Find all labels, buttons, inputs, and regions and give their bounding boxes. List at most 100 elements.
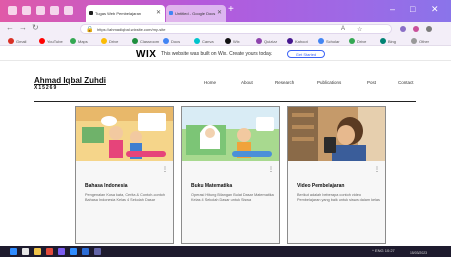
bookmark-favicon-icon	[256, 38, 262, 44]
tab-close-icon[interactable]: ✕	[156, 9, 161, 16]
course-card-bahasa-indonesia[interactable]: ⋮ Bahasa Indonesia Pengenalan Kosa kata,…	[75, 106, 174, 244]
bookmark-favicon-icon	[101, 38, 107, 44]
bookmark-label: Kahoot	[295, 39, 308, 44]
files-taskbar-icon[interactable]	[34, 248, 41, 255]
bookmark-favicon-icon	[380, 38, 386, 44]
site-title[interactable]: Ahmad Iqbal Zuhdi	[34, 76, 106, 85]
tab-active[interactable]: Tugas Web Pembelajaran ✕	[86, 5, 165, 22]
bookmark-favicon-icon	[70, 38, 76, 44]
tab-actions-icon[interactable]	[36, 6, 45, 15]
reload-icon[interactable]: ↻	[32, 23, 39, 32]
mail-taskbar-icon[interactable]	[70, 248, 77, 255]
menu-post[interactable]: Post	[367, 80, 376, 85]
address-bar[interactable]: 🔒 https://ahmadiqbal.wixsite.com/my-site…	[80, 24, 392, 34]
card-more-icon[interactable]: ⋮	[268, 166, 274, 173]
favorite-star-icon[interactable]: ☆	[357, 26, 362, 33]
card-description: Berikut adalah beberapa contoh video Pem…	[297, 193, 380, 203]
browser-tabbar: Tugas Web Pembelajaran ✕ Untitled - Goog…	[0, 0, 451, 22]
card-title[interactable]: Bahasa Indonesia	[85, 183, 128, 189]
close-window-button[interactable]: ✕	[431, 4, 439, 15]
bookmark-label: Docs	[171, 39, 181, 44]
bookmark-label: Drive	[109, 39, 119, 44]
docs-favicon-icon	[169, 11, 173, 15]
card-more-icon[interactable]: ⋮	[374, 166, 380, 173]
bookmark-favicon-icon	[349, 38, 355, 44]
bookmark-label: Maps	[78, 39, 88, 44]
bookmark-favicon-icon	[318, 38, 324, 44]
header-divider	[34, 101, 416, 102]
bookmark-favicon-icon	[287, 38, 293, 44]
word-taskbar-icon[interactable]	[82, 248, 89, 255]
back-icon[interactable]: ←	[6, 23, 14, 32]
site-page: Ahmad Iqbal Zuhdi X15269 Home About Rese…	[0, 62, 451, 246]
menu-research[interactable]: Research	[275, 80, 294, 85]
chrome-taskbar-icon[interactable]	[46, 248, 53, 255]
bookmark-label: Classroom	[140, 39, 160, 44]
extensions-icon[interactable]	[400, 26, 406, 32]
bookmark-label: Quizizz	[264, 39, 278, 44]
card-description: Operasi Hitung Bilangan Bulat Dasar Mate…	[191, 193, 274, 203]
card-description: Pengenalan Kosa kata, Cerita & Contoh-co…	[85, 193, 165, 203]
card-title[interactable]: Buku Matematika	[191, 183, 232, 189]
menu-contact[interactable]: Contact	[398, 80, 414, 85]
menu-about[interactable]: About	[241, 80, 253, 85]
bookmark-label: Bing	[388, 39, 397, 44]
bookmark-favicon-icon	[194, 38, 200, 44]
browser-toolbar: ← → ↻ 🔒 https://ahmadiqbal.wixsite.com/m…	[0, 22, 451, 36]
collections-icon[interactable]	[50, 6, 59, 15]
bookmark-label: Gmail	[16, 39, 27, 44]
tab-label: Untitled - Google Docs	[175, 11, 216, 16]
url-text[interactable]: https://ahmadiqbal.wixsite.com/my-site	[97, 27, 165, 32]
card-thumbnail[interactable]	[76, 107, 173, 161]
course-card-video-pembelajaran[interactable]: ⋮ Video Pembelajaran Berikut adalah bebe…	[287, 106, 386, 244]
bookmark-label: Wix	[233, 39, 240, 44]
profile-avatar-icon[interactable]	[413, 26, 419, 32]
bookmark-favicon-icon	[8, 38, 14, 44]
workspaces-icon[interactable]	[22, 6, 31, 15]
wix-favicon-icon	[89, 11, 93, 15]
wix-banner-message: This website was built on Wix. Create yo…	[161, 51, 273, 57]
card-thumbnail[interactable]	[288, 107, 385, 161]
bookmark-favicon-icon	[163, 38, 169, 44]
tab-inactive[interactable]: Untitled - Google Docs ✕	[166, 5, 226, 22]
windows-taskbar-icon[interactable]	[10, 248, 17, 255]
menu-home[interactable]: Home	[204, 80, 216, 85]
card-title[interactable]: Video Pembelajaran	[297, 183, 344, 189]
settings-menu-icon[interactable]	[426, 26, 432, 32]
bookmark-favicon-icon	[132, 38, 138, 44]
lock-icon: 🔒	[86, 27, 94, 33]
cartoon-math-image	[182, 107, 279, 161]
bookmarks-bar: Gmail YouTube Maps Drive Classroom Docs Canva W…	[0, 36, 451, 46]
new-tab-button[interactable]: +	[228, 4, 234, 15]
search-taskbar-icon[interactable]	[22, 248, 29, 255]
teams-taskbar-icon[interactable]	[94, 248, 101, 255]
history-icon[interactable]	[64, 6, 73, 15]
bookmark-label: Scholar	[326, 39, 340, 44]
maximize-button[interactable]: □	[410, 4, 415, 14]
bookmark-favicon-icon	[411, 38, 417, 44]
wix-logo[interactable]: WIX	[136, 49, 156, 60]
os-taskbar: ^ ENG 10:27 15/03/2023	[0, 246, 451, 257]
cartoon-classroom-image	[76, 107, 173, 161]
card-thumbnail[interactable]	[182, 107, 279, 161]
card-more-icon[interactable]: ⋮	[162, 166, 168, 173]
profile-icon[interactable]	[8, 6, 17, 15]
screen: Tugas Web Pembelajaran ✕ Untitled - Goog…	[0, 0, 451, 257]
bookmark-label: YouTube	[47, 39, 63, 44]
bookmark-favicon-icon	[39, 38, 45, 44]
child-with-tablet-photo	[288, 107, 385, 161]
menu-publications[interactable]: Publications	[317, 80, 341, 85]
taskbar-date: 15/03/2023	[410, 251, 427, 255]
tab-close-icon[interactable]: ✕	[217, 9, 222, 16]
minimize-button[interactable]: –	[390, 4, 395, 14]
get-started-button[interactable]: Get Started	[287, 50, 325, 58]
system-tray[interactable]: ^ ENG 10:27	[372, 248, 395, 253]
tab-label: Tugas Web Pembelajaran	[95, 11, 142, 16]
store-taskbar-icon[interactable]	[58, 248, 65, 255]
bookmark-favicon-icon	[225, 38, 231, 44]
forward-icon[interactable]: →	[19, 23, 27, 32]
bookmark-label: Drive	[357, 39, 367, 44]
read-aloud-icon[interactable]: A	[341, 26, 345, 32]
bookmark-label: Canva	[202, 39, 214, 44]
course-card-buku-matematika[interactable]: ⋮ Buku Matematika Operasi Hitung Bilanga…	[181, 106, 280, 244]
